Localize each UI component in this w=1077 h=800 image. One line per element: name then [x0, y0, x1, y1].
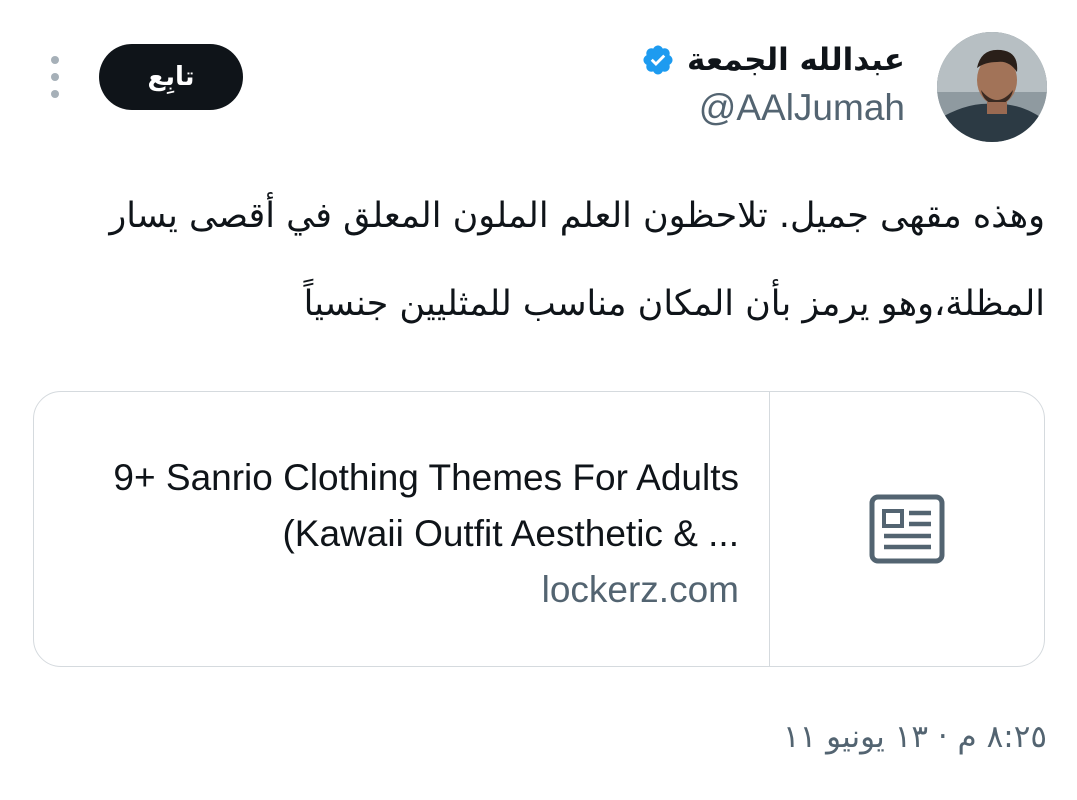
- verified-badge-icon: [643, 45, 673, 75]
- more-options-icon[interactable]: [44, 56, 66, 98]
- follow-button[interactable]: تابِع: [99, 44, 243, 110]
- author-handle[interactable]: @AAlJumah: [699, 86, 905, 130]
- article-icon: [869, 494, 945, 564]
- tweet-text: وهذه مقهى جميل. تلاحظون العلم الملون الم…: [109, 196, 1045, 324]
- author-display-name[interactable]: عبدالله الجمعة: [687, 38, 905, 82]
- more-dot: [51, 90, 59, 98]
- link-card[interactable]: 9+ Sanrio Clothing Themes For Adults (Ka…: [33, 391, 1045, 667]
- link-card-title: 9+ Sanrio Clothing Themes For Adults (Ka…: [113, 457, 739, 554]
- more-dot: [51, 73, 59, 81]
- link-card-text: 9+ Sanrio Clothing Themes For Adults (Ka…: [84, 450, 739, 618]
- author-name-row: عبدالله الجمعة: [641, 38, 905, 82]
- tweet-timestamp[interactable]: ٨:٢٥ م · ١٣ يونيو ١١: [783, 712, 1047, 762]
- link-card-domain: lockerz.com: [541, 569, 739, 610]
- avatar-image: [937, 32, 1047, 142]
- link-card-thumbnail: [769, 392, 1044, 666]
- avatar[interactable]: [937, 32, 1047, 142]
- more-dot: [51, 56, 59, 64]
